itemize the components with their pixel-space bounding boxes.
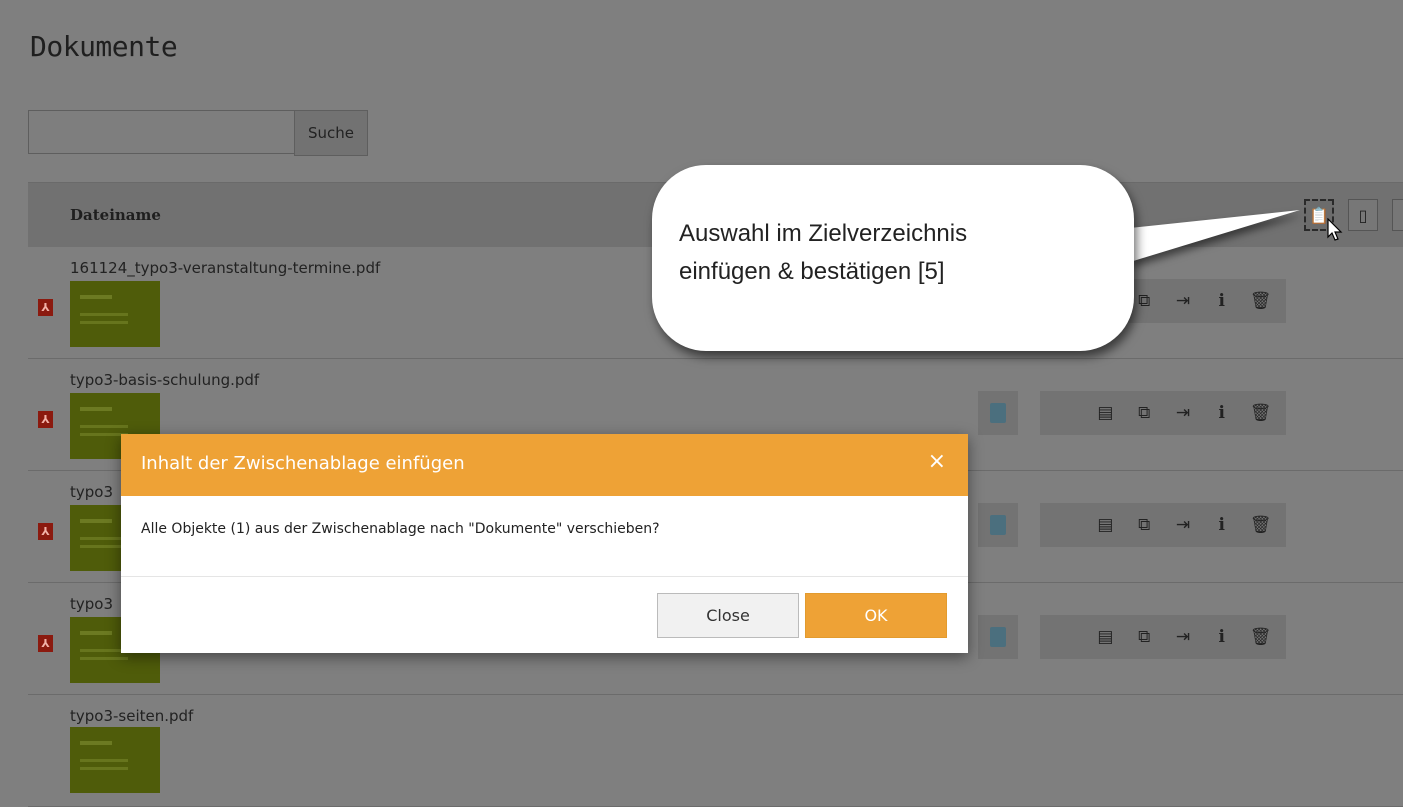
- dialog-title: Inhalt der Zwischenablage einfügen: [141, 453, 465, 474]
- info-icon[interactable]: i: [1207, 627, 1237, 647]
- dialog-footer: Close OK: [121, 577, 968, 653]
- blank-button[interactable]: [1040, 615, 1080, 659]
- file-name[interactable]: typo3-basis-schulung.pdf: [70, 371, 259, 389]
- clipboard-icon[interactable]: [1392, 199, 1403, 231]
- file-name[interactable]: typo3: [70, 483, 113, 501]
- table-row: typo3-seiten.pdf: [28, 695, 1403, 807]
- info-icon[interactable]: i: [1207, 403, 1237, 423]
- clipboard-icon[interactable]: ▯: [1348, 199, 1378, 231]
- metadata-icon[interactable]: ▤: [1090, 515, 1120, 535]
- annotation-callout: Auswahl im Zielverzeichnis einfügen & be…: [652, 165, 1134, 351]
- preview-button[interactable]: [978, 503, 1018, 547]
- search-bar: Suche: [28, 110, 368, 156]
- image-preview-icon: [990, 403, 1006, 423]
- blank-button[interactable]: [1040, 503, 1080, 547]
- delete-icon[interactable]: 🗑: [1246, 627, 1276, 647]
- image-preview-icon: [990, 515, 1006, 535]
- file-name[interactable]: typo3: [70, 595, 113, 613]
- row-actions: ▤ ⧉ ⇥ i 🗑: [1080, 615, 1286, 659]
- rename-icon[interactable]: ⇥: [1168, 403, 1198, 423]
- mouse-cursor-icon: [1327, 218, 1343, 241]
- file-thumbnail[interactable]: [70, 281, 160, 347]
- delete-icon[interactable]: 🗑: [1246, 515, 1276, 535]
- callout-line-1: Auswahl im Zielverzeichnis: [679, 220, 968, 247]
- search-input[interactable]: [28, 110, 294, 154]
- callout-line-2: einfügen & bestätigen [5]: [679, 258, 945, 285]
- copy-icon[interactable]: ⧉: [1129, 627, 1159, 647]
- blank-button[interactable]: [1040, 391, 1080, 435]
- image-preview-icon: [990, 627, 1006, 647]
- info-icon[interactable]: i: [1207, 291, 1237, 311]
- preview-button[interactable]: [978, 391, 1018, 435]
- pdf-icon: ⅄: [38, 299, 53, 316]
- dialog-body: Alle Objekte (1) aus der Zwischenablage …: [121, 496, 968, 577]
- column-header-filename[interactable]: Dateiname: [70, 206, 161, 224]
- file-name[interactable]: 161124_typo3-veranstaltung-termine.pdf: [70, 259, 380, 277]
- pdf-icon: ⅄: [38, 635, 53, 652]
- dialog-header: Inhalt der Zwischenablage einfügen ×: [121, 434, 968, 496]
- ok-button[interactable]: OK: [805, 593, 947, 638]
- pdf-icon: ⅄: [38, 411, 53, 428]
- close-button[interactable]: Close: [657, 593, 799, 638]
- search-button[interactable]: Suche: [294, 110, 368, 156]
- info-icon[interactable]: i: [1207, 515, 1237, 535]
- callout-text: Auswahl im Zielverzeichnis einfügen & be…: [679, 215, 967, 291]
- file-thumbnail[interactable]: [70, 727, 160, 793]
- close-icon[interactable]: ×: [928, 449, 946, 474]
- dialog-message: Alle Objekte (1) aus der Zwischenablage …: [141, 521, 660, 537]
- metadata-icon[interactable]: ▤: [1090, 403, 1120, 423]
- metadata-icon[interactable]: ▤: [1090, 627, 1120, 647]
- page-title: Dokumente: [30, 30, 178, 63]
- delete-icon[interactable]: 🗑: [1246, 403, 1276, 423]
- file-name[interactable]: typo3-seiten.pdf: [70, 707, 193, 725]
- rename-icon[interactable]: ⇥: [1168, 627, 1198, 647]
- row-actions: ▤ ⧉ ⇥ i 🗑: [1080, 391, 1286, 435]
- preview-button[interactable]: [978, 615, 1018, 659]
- paste-dialog: Inhalt der Zwischenablage einfügen × All…: [121, 434, 968, 653]
- rename-icon[interactable]: ⇥: [1168, 515, 1198, 535]
- pdf-icon: ⅄: [38, 523, 53, 540]
- delete-icon[interactable]: 🗑: [1246, 291, 1276, 311]
- rename-icon[interactable]: ⇥: [1168, 291, 1198, 311]
- row-actions: ▤ ⧉ ⇥ i 🗑: [1080, 503, 1286, 547]
- copy-icon[interactable]: ⧉: [1129, 403, 1159, 423]
- copy-icon[interactable]: ⧉: [1129, 515, 1159, 535]
